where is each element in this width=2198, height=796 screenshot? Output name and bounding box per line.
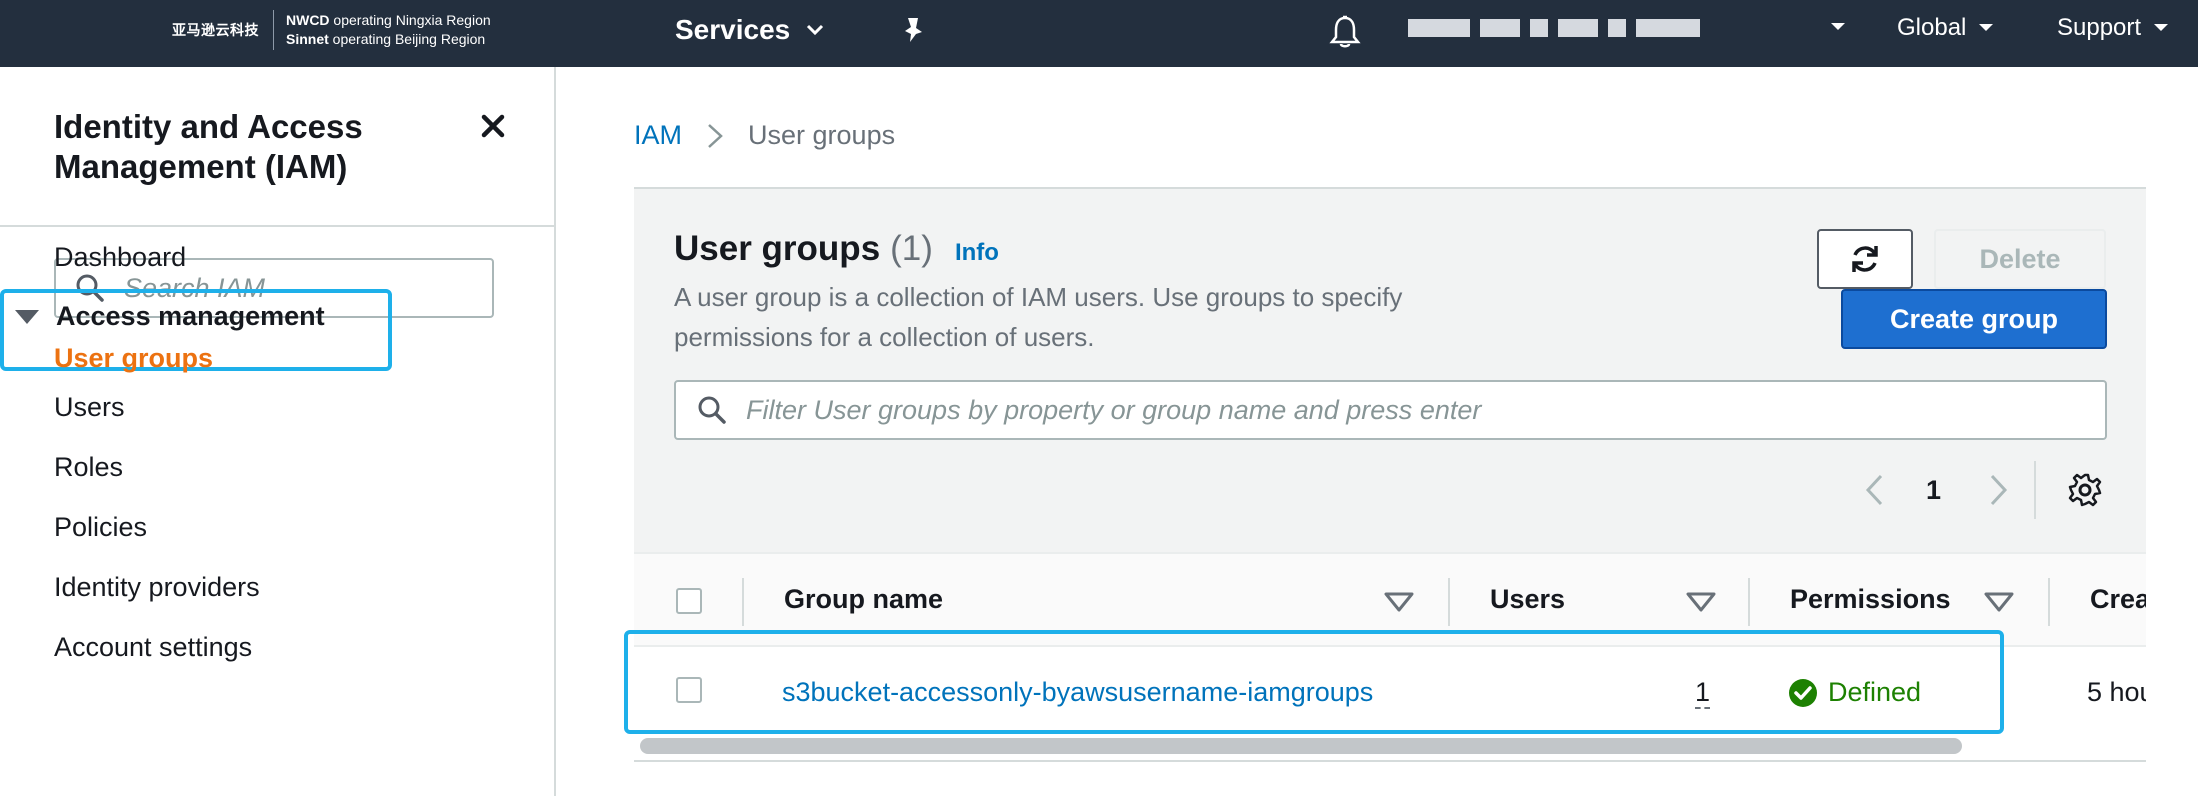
chevron-down-icon: [2154, 24, 2169, 31]
next-page-icon[interactable]: [1987, 472, 2011, 508]
brand-separator: [273, 10, 274, 50]
caret-down-icon: [15, 309, 39, 324]
previous-page-icon[interactable]: [1862, 472, 1886, 508]
region-operator-1: NWCD: [286, 12, 330, 28]
column-divider: [2048, 578, 2050, 626]
column-header-group-name[interactable]: Group name: [784, 584, 943, 615]
breadcrumb-current: User groups: [748, 120, 896, 150]
delete-button[interactable]: Delete: [1934, 229, 2106, 289]
column-header-created[interactable]: Crea: [2090, 584, 2146, 615]
chevron-right-icon: [708, 123, 723, 148]
account-menu-redacted[interactable]: [1408, 16, 1700, 40]
sidebar-section-access-management[interactable]: Access management: [14, 301, 325, 332]
sort-down-icon[interactable]: [1384, 592, 1414, 612]
iam-sidebar: Identity and Access Management (IAM) Das…: [0, 67, 556, 796]
global-label: Global: [1897, 14, 1967, 41]
support-label: Support: [2057, 14, 2142, 41]
horizontal-scrollbar[interactable]: [640, 738, 1962, 754]
account-chevron-down-icon[interactable]: [1830, 22, 1846, 32]
annotation-highlight-row: [624, 630, 2004, 734]
top-navigation-bar: 亚马逊云科技 NWCD operating Ningxia Region Sin…: [0, 0, 2198, 67]
region-text-2: operating Beijing Region: [328, 31, 486, 47]
services-label: Services: [675, 14, 791, 45]
sidebar-item-account-settings[interactable]: Account settings: [54, 632, 252, 663]
sidebar-item-user-groups[interactable]: User groups: [54, 343, 213, 374]
refresh-icon: [1852, 246, 1878, 272]
breadcrumb-iam-link[interactable]: IAM: [634, 120, 682, 151]
notification-bell-icon[interactable]: [1325, 12, 1365, 52]
column-divider: [1748, 578, 1750, 626]
sidebar-item-dashboard[interactable]: Dashboard: [54, 242, 186, 273]
chevron-down-icon: [807, 24, 824, 36]
page-title: User groups (1) Info: [674, 229, 999, 269]
column-header-users[interactable]: Users: [1490, 584, 1565, 615]
sidebar-title: Identity and Access Management (IAM): [54, 108, 363, 185]
breadcrumb: IAM User groups: [634, 120, 895, 151]
pin-icon[interactable]: [898, 14, 930, 46]
chevron-down-icon: [1979, 24, 1994, 31]
close-icon[interactable]: [478, 111, 508, 141]
user-groups-panel: User groups (1) Info A user group is a c…: [634, 189, 2146, 552]
filter-user-groups-input[interactable]: [746, 394, 2086, 426]
sort-down-icon[interactable]: [1686, 592, 1716, 612]
search-icon: [698, 396, 726, 424]
services-menu-button[interactable]: Services: [675, 10, 824, 50]
create-group-button[interactable]: Create group: [1841, 289, 2107, 349]
current-page-number[interactable]: 1: [1926, 475, 1941, 506]
support-menu[interactable]: Support: [2057, 14, 2169, 42]
column-divider: [742, 578, 744, 626]
sidebar-item-identity-providers[interactable]: Identity providers: [54, 572, 260, 603]
page-title-text: User groups: [674, 229, 881, 268]
panel-description: A user group is a collection of IAM user…: [674, 282, 1403, 352]
column-divider: [1448, 578, 1450, 626]
region-operators: NWCD operating Ningxia Region Sinnet ope…: [286, 11, 491, 49]
sidebar-item-users[interactable]: Users: [54, 392, 125, 423]
pager-separator: [2034, 461, 2036, 519]
region-operator-2: Sinnet: [286, 31, 329, 47]
sidebar-divider: [0, 225, 556, 227]
info-link[interactable]: Info: [955, 239, 999, 267]
sort-down-icon[interactable]: [1984, 592, 2014, 612]
column-header-permissions[interactable]: Permissions: [1790, 584, 1951, 615]
gear-icon[interactable]: [2067, 472, 2103, 508]
refresh-button[interactable]: [1817, 229, 1913, 289]
sidebar-item-roles[interactable]: Roles: [54, 452, 123, 483]
aws-china-logo[interactable]: 亚马逊云科技 NWCD operating Ningxia Region Sin…: [172, 8, 491, 52]
sidebar-item-policies[interactable]: Policies: [54, 512, 147, 543]
region-text-1: operating Ningxia Region: [329, 12, 491, 28]
section-label: Access management: [56, 301, 325, 331]
brand-name: 亚马逊云科技: [172, 22, 259, 38]
table-bottom-divider: [634, 760, 2146, 762]
region-selector-global[interactable]: Global: [1897, 14, 1994, 42]
group-count: (1): [890, 229, 933, 268]
select-all-checkbox[interactable]: [676, 588, 702, 614]
filter-box[interactable]: [674, 380, 2107, 440]
creation-time: 5 hou: [2087, 677, 2146, 707]
